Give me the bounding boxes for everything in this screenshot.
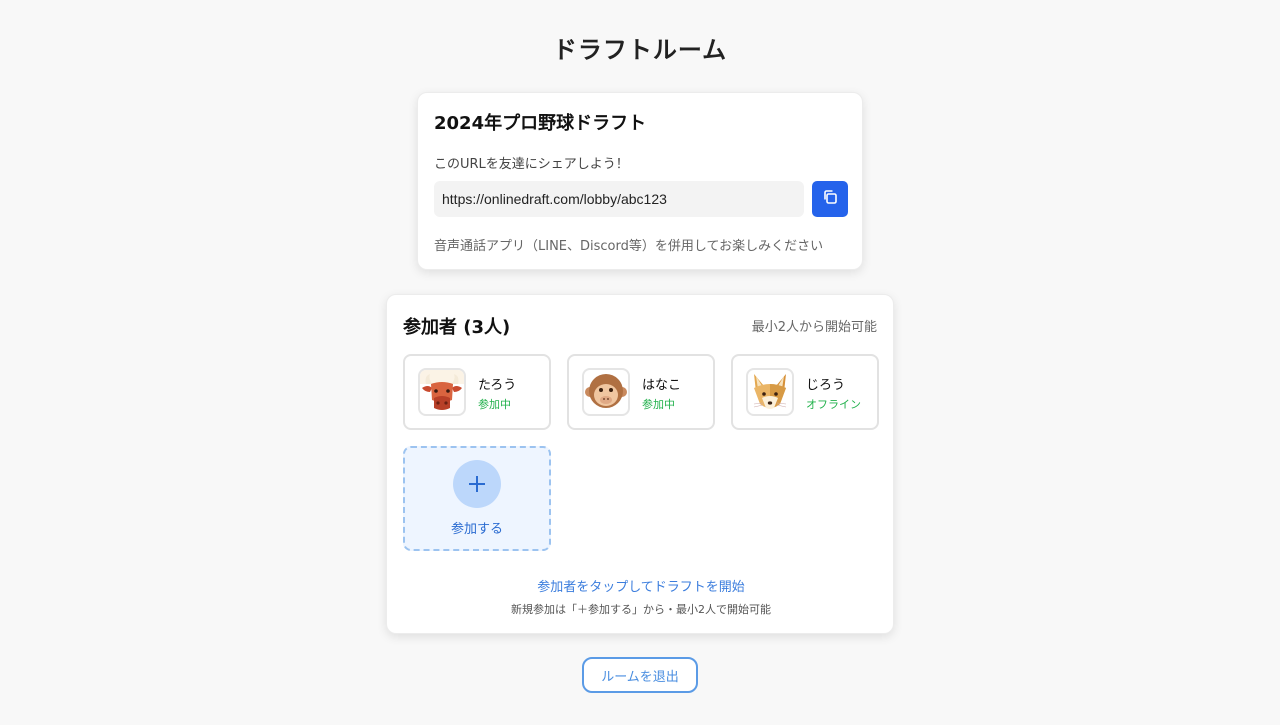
start-draft-hint: 参加者をタップしてドラフトを開始	[537, 580, 745, 595]
leave-room-button[interactable]: ルームを退出	[582, 657, 698, 693]
voice-app-note: 音声通話アプリ（LINE、Discord等）を併用してお楽しみください	[434, 239, 824, 254]
player-name: はなこ	[642, 378, 682, 393]
join-sub-hint: 新規参加は「＋参加する」から・最小2人で開始可能	[511, 603, 771, 616]
player-tile-jiro[interactable]: じろう オフライン	[731, 354, 879, 430]
ox-icon	[418, 368, 466, 416]
player-tile-hanako[interactable]: はなこ 参加中	[567, 354, 715, 430]
copy-icon	[822, 189, 838, 209]
share-hint: このURLを友達にシェアしよう！	[434, 157, 629, 172]
player-name: たろう	[478, 378, 517, 393]
page-title: ドラフトルーム	[552, 36, 728, 64]
player-name: じろう	[806, 378, 846, 393]
participants-heading: 参加者 (3人)	[403, 317, 511, 338]
draft-name: 2024年プロ野球ドラフト	[434, 113, 647, 134]
participants-card: 参加者 (3人) 最小2人から開始可能 たろう 参加中 はなこ 参加中 じろう …	[386, 294, 894, 634]
share-url-text: https://onlinedraft.com/lobby/abc123	[442, 191, 667, 207]
share-url-field[interactable]: https://onlinedraft.com/lobby/abc123	[434, 181, 804, 217]
player-tile-taro[interactable]: たろう 参加中	[403, 354, 551, 430]
copy-url-button[interactable]	[812, 181, 848, 217]
player-status: オフライン	[806, 398, 861, 411]
join-label: 参加する	[450, 522, 503, 537]
plus-icon	[453, 460, 501, 508]
player-status: 参加中	[478, 398, 511, 411]
draft-room-page: ドラフトルーム 2024年プロ野球ドラフト このURLを友達にシェアしよう！ h…	[0, 0, 1280, 725]
player-status: 参加中	[642, 398, 675, 411]
min-players-note: 最小2人から開始可能	[751, 320, 877, 335]
join-button[interactable]: 参加する	[403, 446, 551, 551]
share-card: 2024年プロ野球ドラフト このURLを友達にシェアしよう！ https://o…	[417, 92, 863, 270]
fox-icon	[746, 368, 794, 416]
monkey-icon	[582, 368, 630, 416]
